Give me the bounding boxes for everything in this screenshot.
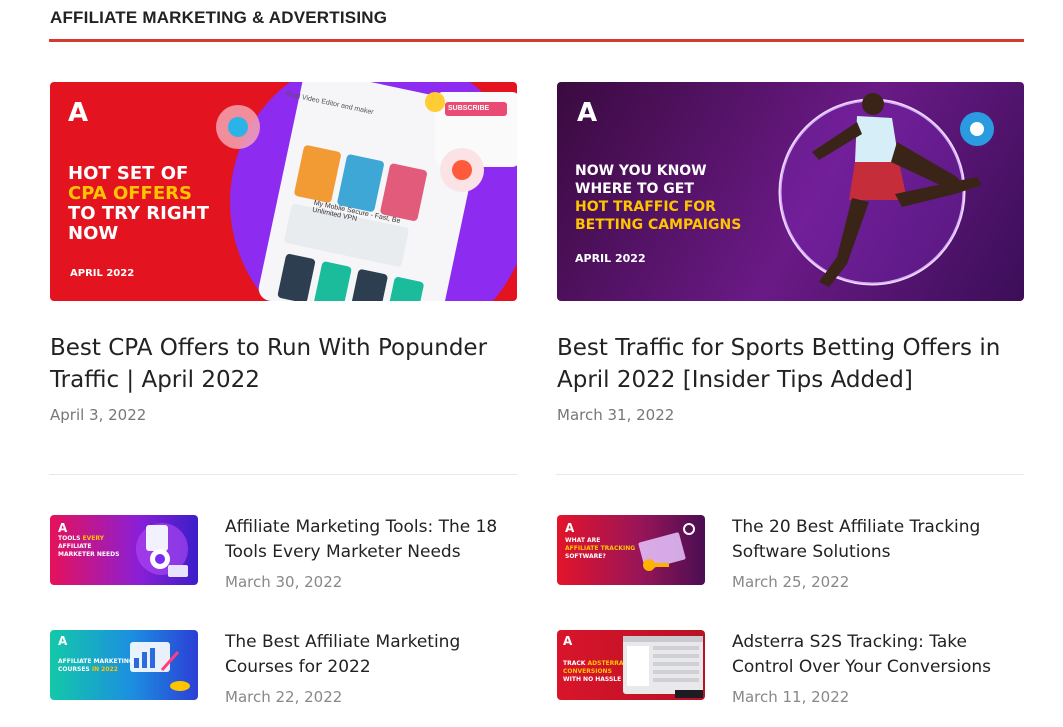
post-item[interactable]: A TOOLS EVERY AFFILIATE MARKETER NEEDS A… (50, 515, 517, 591)
banner-line: NOW YOU KNOW (575, 163, 707, 179)
post-thumbnail[interactable]: A TOOLS EVERY AFFILIATE MARKETER NEEDS (50, 515, 198, 585)
banner-line: WHERE TO GET (575, 181, 694, 197)
thumb-text: WITH NO HASSLE (563, 676, 622, 683)
post-date: March 25, 2022 (732, 573, 850, 591)
banner-headline: NOW YOU KNOW WHERE TO GET HOT TRAFFIC FO… (575, 162, 741, 234)
adsterra-logo-icon: A (58, 521, 68, 535)
post-title[interactable]: Affiliate Marketing Tools: The 18 Tools … (225, 515, 515, 565)
post-item[interactable]: A WHAT ARE AFFILIATE TRACKING SOFTWARE? … (557, 515, 1024, 591)
thumb-text: ADSTERRA (587, 660, 624, 667)
banner-date-tag: APRIL 2022 (70, 268, 135, 279)
thumb-text: SOFTWARE? (565, 553, 606, 560)
adsterra-logo-icon: A (577, 98, 598, 128)
post-date: March 22, 2022 (225, 688, 343, 706)
featured-post-date: March 31, 2022 (557, 406, 675, 424)
featured-post-title[interactable]: Best CPA Offers to Run With Popunder Tra… (50, 332, 517, 396)
banner-line: BETTING CAMPAIGNS (575, 217, 742, 233)
post-item[interactable]: A TRACK ADSTERRA CONVERSIONS WITH NO HAS… (557, 630, 1024, 706)
post-thumbnail[interactable]: A TRACK ADSTERRA CONVERSIONS WITH NO HAS… (557, 630, 705, 700)
thumb-text: MARKETER NEEDS (58, 551, 120, 558)
post-title[interactable]: The 20 Best Affiliate Tracking Software … (732, 515, 1022, 565)
thumb-text: TOOLS (58, 535, 81, 542)
thumb-text: CONVERSIONS (563, 668, 612, 675)
adsterra-logo-icon: A (563, 634, 573, 648)
thumb-text: AFFILIATE MARKETING (58, 658, 134, 665)
banner-line: HOT SET OF (68, 163, 189, 184)
featured-post-2[interactable]: A NOW YOU KNOW WHERE TO GET HOT TRAFFIC … (557, 82, 1024, 424)
featured-thumbnail-betting[interactable]: A NOW YOU KNOW WHERE TO GET HOT TRAFFIC … (557, 82, 1024, 301)
banner-ui-subscribe: SUBSCRIBE (448, 105, 490, 112)
post-title[interactable]: The Best Affiliate Marketing Courses for… (225, 630, 515, 680)
thumb-text: TRACK (563, 660, 586, 667)
section-title: AFFILIATE MARKETING & ADVERTISING (50, 8, 388, 27)
divider-right (556, 474, 1024, 475)
post-thumbnail-text: TRACK ADSTERRA CONVERSIONS WITH NO HASSL… (563, 660, 624, 684)
featured-post-title[interactable]: Best Traffic for Sports Betting Offers i… (557, 332, 1024, 396)
thumb-text: AFFILIATE (58, 543, 92, 550)
banner-line: CPA OFFERS (68, 183, 192, 204)
adsterra-logo-icon: A (58, 634, 68, 648)
thumb-text: EVERY (82, 535, 105, 542)
banner-headline: HOT SET OF CPA OFFERS TO TRY RIGHT NOW (68, 164, 209, 244)
adsterra-logo-icon: A (565, 521, 575, 535)
banner-date-tag: APRIL 2022 (575, 252, 646, 265)
featured-post-date: April 3, 2022 (50, 406, 147, 424)
post-thumbnail-text: AFFILIATE MARKETING COURSES IN 2022 (58, 658, 134, 674)
post-date: March 11, 2022 (732, 688, 850, 706)
thumb-text: IN 2022 (91, 666, 118, 673)
post-thumbnail-text: WHAT ARE AFFILIATE TRACKING SOFTWARE? (565, 537, 635, 561)
banner-line: NOW (68, 223, 119, 244)
post-item[interactable]: A AFFILIATE MARKETING COURSES IN 2022 Th… (50, 630, 517, 706)
post-thumbnail[interactable]: A WHAT ARE AFFILIATE TRACKING SOFTWARE? (557, 515, 705, 585)
featured-post-1[interactable]: A HOT SET OF CPA OFFERS TO TRY RIGHT NOW… (50, 82, 517, 424)
post-date: March 30, 2022 (225, 573, 343, 591)
thumb-text: AFFILIATE TRACKING (565, 545, 636, 552)
banner-line: TO TRY RIGHT (68, 203, 209, 224)
post-thumbnail-text: TOOLS EVERY AFFILIATE MARKETER NEEDS (58, 535, 119, 559)
post-title[interactable]: Adsterra S2S Tracking: Take Control Over… (732, 630, 1022, 680)
banner-line: HOT TRAFFIC FOR (575, 199, 716, 215)
adsterra-logo-icon: A (68, 98, 89, 128)
featured-thumbnail-cpa[interactable]: A HOT SET OF CPA OFFERS TO TRY RIGHT NOW… (50, 82, 517, 301)
divider-left (49, 474, 517, 475)
thumb-text: COURSES (58, 666, 90, 673)
section-underline (49, 39, 1024, 42)
thumb-text: WHAT ARE (565, 537, 601, 544)
post-thumbnail[interactable]: A AFFILIATE MARKETING COURSES IN 2022 (50, 630, 198, 700)
